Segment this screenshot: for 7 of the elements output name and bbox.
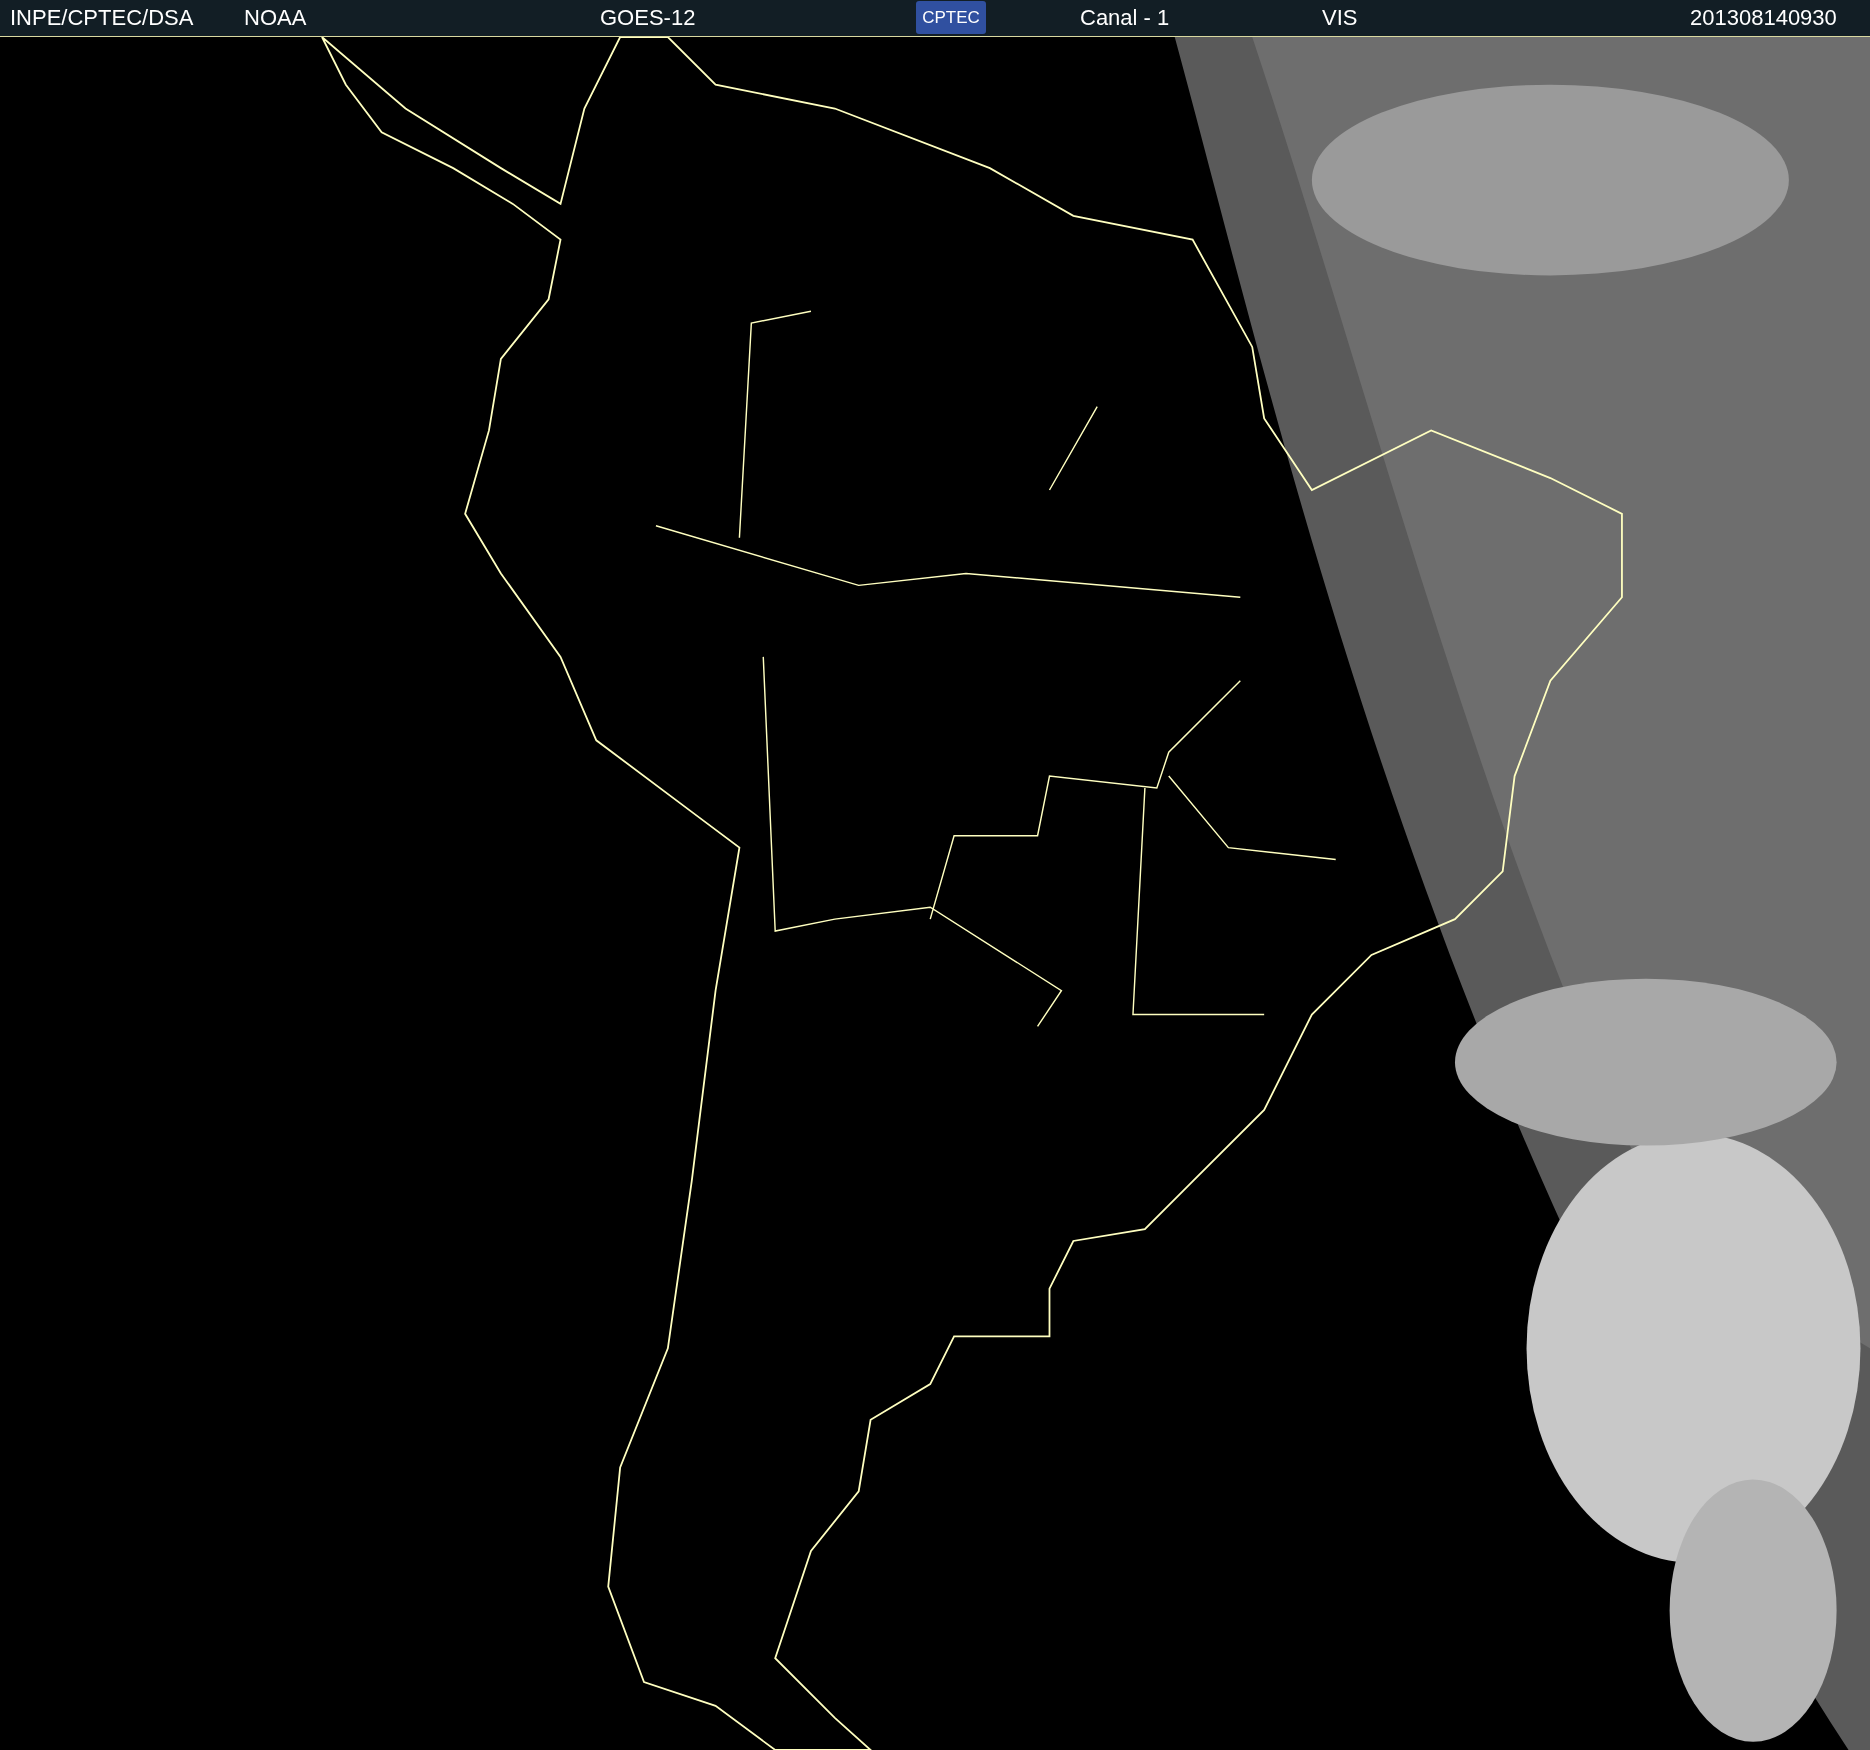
header-text: NOAA [244, 5, 307, 31]
header-text: INPE/CPTEC/DSA [10, 5, 194, 31]
header-text: GOES-12 [600, 5, 696, 31]
logo: CPTEC [916, 1, 986, 34]
header-text: 201308140930 [1690, 5, 1837, 31]
header-text: Canal - 1 [1080, 5, 1170, 31]
header-text: VIS [1322, 5, 1358, 31]
